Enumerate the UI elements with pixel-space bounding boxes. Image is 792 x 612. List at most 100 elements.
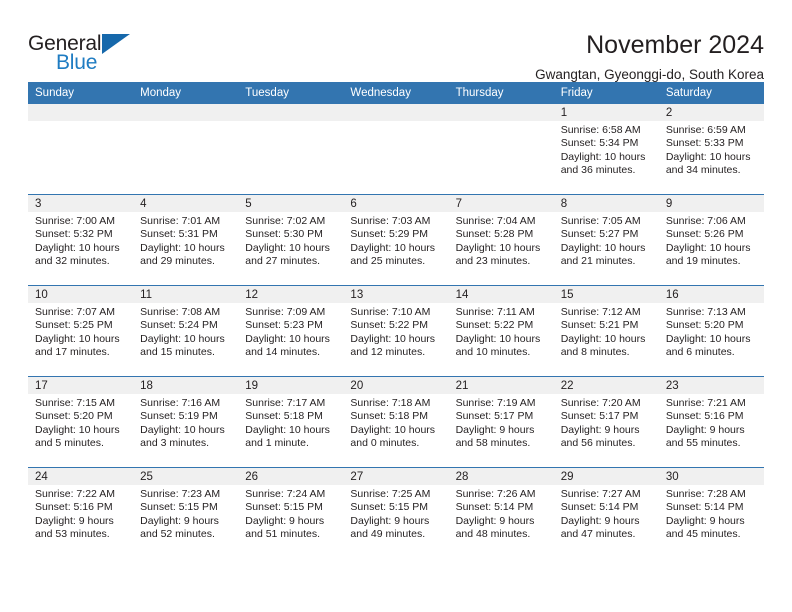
calendar-header-row: Sunday Monday Tuesday Wednesday Thursday… <box>28 82 764 104</box>
day-number: 14 <box>448 286 554 303</box>
day-cell[interactable]: 28 Sunrise: 7:26 AM Sunset: 5:14 PM Dayligh… <box>448 467 554 558</box>
day-cell[interactable]: 21 Sunrise: 7:19 AM Sunset: 5:17 PM Dayligh… <box>448 376 554 468</box>
sunrise-text: Sunrise: 7:16 AM <box>140 397 221 409</box>
day-number: 20 <box>343 377 449 394</box>
day-cell[interactable]: 5 Sunrise: 7:02 AM Sunset: 5:30 PM Daylight… <box>238 194 344 286</box>
day-cell[interactable]: 17 Sunrise: 7:15 AM Sunset: 5:20 PM Dayligh… <box>28 376 134 468</box>
day-cell-empty <box>448 104 554 195</box>
day-cell[interactable]: 18 Sunrise: 7:16 AM Sunset: 5:19 PM Dayligh… <box>133 376 239 468</box>
day-cell[interactable]: 20 Sunrise: 7:18 AM Sunset: 5:18 PM Dayligh… <box>343 376 449 468</box>
day-details: Sunrise: 7:11 AM Sunset: 5:22 PM Daylight:… <box>449 303 554 360</box>
sunset-text: Sunset: 5:20 PM <box>665 319 744 332</box>
day-cell[interactable]: 6 Sunrise: 7:03 AM Sunset: 5:29 PM Daylight… <box>343 194 449 286</box>
day-details: Sunrise: 7:03 AM Sunset: 5:29 PM Daylight:… <box>343 212 448 269</box>
day-cell[interactable]: 25 Sunrise: 7:23 AM Sunset: 5:15 PM Dayligh… <box>133 467 239 558</box>
sunrise-text: Sunrise: 7:20 AM <box>560 397 641 409</box>
sunrise-text: Sunrise: 7:11 AM <box>455 306 535 318</box>
day-cell[interactable]: 13 Sunrise: 7:10 AM Sunset: 5:22 PM Dayligh… <box>343 285 449 377</box>
sunrise-text: Sunrise: 7:13 AM <box>665 306 746 318</box>
day-cell[interactable]: 14 Sunrise: 7:11 AM Sunset: 5:22 PM Dayligh… <box>448 285 554 377</box>
day-number: 19 <box>238 377 344 394</box>
day-cell[interactable]: 15 Sunrise: 7:12 AM Sunset: 5:21 PM Dayligh… <box>553 285 659 377</box>
general-blue-logo[interactable]: General Blue <box>28 30 146 78</box>
sunset-text: Sunset: 5:33 PM <box>665 137 744 150</box>
weekday-header-wednesday: Wednesday <box>343 82 449 104</box>
daylight-text-line2: and 0 minutes. <box>350 437 420 450</box>
daylight-text-line2: and 51 minutes. <box>245 528 320 541</box>
daylight-text-line1: Daylight: 9 hours <box>665 423 745 436</box>
day-cell[interactable]: 9 Sunrise: 7:06 AM Sunset: 5:26 PM Daylight… <box>658 194 764 286</box>
daylight-text-line2: and 12 minutes. <box>350 346 426 359</box>
page-header: General Blue November 2024 Gwangtan, Gye… <box>28 0 764 82</box>
daylight-text-line2: and 32 minutes. <box>35 255 110 268</box>
sunrise-text: Sunrise: 7:00 AM <box>35 215 115 227</box>
day-details: Sunrise: 7:23 AM Sunset: 5:15 PM Daylight:… <box>133 485 238 542</box>
day-number: 13 <box>343 286 449 303</box>
day-cell[interactable]: 29 Sunrise: 7:27 AM Sunset: 5:14 PM Dayligh… <box>553 467 659 558</box>
sunrise-text: Sunrise: 6:58 AM <box>560 124 641 136</box>
sunrise-text: Sunrise: 7:27 AM <box>560 488 641 500</box>
day-cell[interactable]: 27 Sunrise: 7:25 AM Sunset: 5:15 PM Dayligh… <box>343 467 449 558</box>
day-number: 7 <box>448 195 554 212</box>
day-cell[interactable]: 22 Sunrise: 7:20 AM Sunset: 5:17 PM Dayligh… <box>553 376 659 468</box>
day-cell-empty <box>133 104 239 195</box>
day-number <box>448 104 554 121</box>
sunset-text: Sunset: 5:17 PM <box>455 410 534 423</box>
sunset-text: Sunset: 5:14 PM <box>455 501 534 514</box>
day-cell[interactable]: 12 Sunrise: 7:09 AM Sunset: 5:23 PM Dayligh… <box>238 285 344 377</box>
day-number: 8 <box>553 195 659 212</box>
day-number: 29 <box>553 468 659 485</box>
day-cell[interactable]: 8 Sunrise: 7:05 AM Sunset: 5:27 PM Daylight… <box>553 194 659 286</box>
day-cell[interactable]: 24 Sunrise: 7:22 AM Sunset: 5:16 PM Dayligh… <box>28 467 134 558</box>
day-cell[interactable]: 7 Sunrise: 7:04 AM Sunset: 5:28 PM Daylight… <box>448 194 554 286</box>
sunset-text: Sunset: 5:31 PM <box>140 228 218 241</box>
daylight-text-line2: and 10 minutes. <box>455 346 531 359</box>
sunset-text: Sunset: 5:24 PM <box>140 319 218 332</box>
day-cell[interactable]: 11 Sunrise: 7:08 AM Sunset: 5:24 PM Dayligh… <box>133 285 239 377</box>
sunset-text: Sunset: 5:19 PM <box>140 410 218 423</box>
day-number: 24 <box>28 468 134 485</box>
day-cell[interactable]: 23 Sunrise: 7:21 AM Sunset: 5:16 PM Dayligh… <box>658 376 764 468</box>
sunrise-text: Sunrise: 7:23 AM <box>140 488 221 500</box>
daylight-text-line2: and 55 minutes. <box>665 437 741 450</box>
daylight-text-line1: Daylight: 10 hours <box>35 423 120 436</box>
sunrise-text: Sunrise: 7:04 AM <box>455 215 536 227</box>
day-cell[interactable]: 2 Sunrise: 6:59 AM Sunset: 5:33 PM Daylight… <box>658 104 764 195</box>
day-cell[interactable]: 26 Sunrise: 7:24 AM Sunset: 5:15 PM Dayligh… <box>238 467 344 558</box>
daylight-text-line2: and 47 minutes. <box>560 528 636 541</box>
daylight-text-line2: and 19 minutes. <box>665 255 741 268</box>
sunset-text: Sunset: 5:25 PM <box>35 319 113 332</box>
daylight-text-line1: Daylight: 10 hours <box>560 150 646 163</box>
daylight-text-line2: and 15 minutes. <box>140 346 215 359</box>
day-number: 2 <box>658 104 764 121</box>
day-details: Sunrise: 7:26 AM Sunset: 5:14 PM Daylight:… <box>449 485 554 542</box>
day-cell[interactable]: 10 Sunrise: 7:07 AM Sunset: 5:25 PM Dayligh… <box>28 285 134 377</box>
daylight-text-line1: Daylight: 10 hours <box>245 332 330 345</box>
day-cell[interactable]: 4 Sunrise: 7:01 AM Sunset: 5:31 PM Daylight… <box>133 194 239 286</box>
daylight-text-line1: Daylight: 9 hours <box>140 514 219 527</box>
day-details: Sunrise: 7:18 AM Sunset: 5:18 PM Daylight:… <box>343 394 448 451</box>
day-details: Sunrise: 7:22 AM Sunset: 5:16 PM Daylight:… <box>28 485 133 542</box>
day-number: 27 <box>343 468 449 485</box>
day-number <box>133 104 239 121</box>
day-cell[interactable]: 1 Sunrise: 6:58 AM Sunset: 5:34 PM Daylight… <box>553 104 659 195</box>
daylight-text-line2: and 5 minutes. <box>35 437 104 450</box>
weekday-header-tuesday: Tuesday <box>238 82 344 104</box>
day-cell[interactable]: 30 Sunrise: 7:28 AM Sunset: 5:14 PM Dayligh… <box>658 467 764 558</box>
day-cell[interactable]: 16 Sunrise: 7:13 AM Sunset: 5:20 PM Dayligh… <box>658 285 764 377</box>
daylight-text-line1: Daylight: 10 hours <box>140 332 225 345</box>
sunset-text: Sunset: 5:15 PM <box>245 501 323 514</box>
day-number: 9 <box>658 195 764 212</box>
sunset-text: Sunset: 5:15 PM <box>350 501 429 514</box>
daylight-text-line1: Daylight: 10 hours <box>35 332 120 345</box>
sunrise-text: Sunrise: 7:05 AM <box>560 215 641 227</box>
location-subtitle: Gwangtan, Gyeonggi-do, South Korea <box>535 66 764 82</box>
sunset-text: Sunset: 5:16 PM <box>665 410 744 423</box>
day-cell[interactable]: 3 Sunrise: 7:00 AM Sunset: 5:32 PM Daylight… <box>28 194 134 286</box>
sunset-text: Sunset: 5:26 PM <box>665 228 744 241</box>
sunset-text: Sunset: 5:30 PM <box>245 228 323 241</box>
daylight-text-line1: Daylight: 10 hours <box>350 332 436 345</box>
daylight-text-line1: Daylight: 9 hours <box>35 514 114 527</box>
day-number: 23 <box>658 377 764 394</box>
day-cell[interactable]: 19 Sunrise: 7:17 AM Sunset: 5:18 PM Dayligh… <box>238 376 344 468</box>
